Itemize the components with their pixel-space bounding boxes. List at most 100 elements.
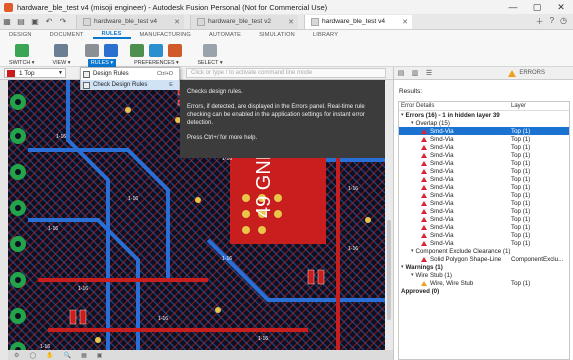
add-tab-icon[interactable]: ＋ bbox=[536, 16, 544, 27]
doc-tab-label: hardware_ble_test v4 bbox=[94, 18, 158, 25]
error-row[interactable]: Smd-Via Top (1) bbox=[399, 223, 569, 231]
properties-icon[interactable]: ▥ bbox=[408, 69, 422, 77]
menu-item-label: Check Design Rules bbox=[93, 82, 148, 88]
pad-label: 1-16 bbox=[48, 226, 58, 232]
error-icon bbox=[421, 168, 427, 174]
error-layer: Top (1) bbox=[511, 279, 531, 287]
close-tab-icon[interactable]: ✕ bbox=[402, 18, 408, 26]
error-layer: Top (1) bbox=[511, 199, 531, 207]
error-text: Warnings (1) bbox=[405, 263, 443, 271]
error-text: Approved (0) bbox=[401, 287, 440, 295]
ribbon-tab-library[interactable]: LIBRARY bbox=[304, 32, 347, 38]
maximize-button[interactable]: ▢ bbox=[525, 2, 549, 13]
error-layer: Top (1) bbox=[511, 231, 531, 239]
close-button[interactable]: ✕ bbox=[549, 2, 573, 13]
tab-errors[interactable]: ERRORS bbox=[508, 69, 545, 77]
error-icon bbox=[421, 208, 427, 214]
error-row[interactable]: ▾ Warnings (1) bbox=[399, 263, 569, 271]
view-group[interactable]: VIEW ▾ bbox=[43, 42, 79, 67]
grid-icon[interactable]: ▦ bbox=[1, 17, 13, 26]
layer-settings-icon bbox=[130, 43, 145, 57]
expand-caret-icon[interactable]: ▾ bbox=[411, 272, 414, 278]
clock-icon[interactable]: ◷ bbox=[560, 16, 567, 27]
minimize-button[interactable]: — bbox=[501, 2, 525, 13]
circle-icon[interactable]: ◯ bbox=[29, 352, 36, 359]
grid-icon[interactable]: ▦ bbox=[81, 352, 87, 359]
error-row[interactable]: Smd-Via Top (1) bbox=[399, 207, 569, 215]
error-row[interactable]: Smd-Via Top (1) bbox=[399, 135, 569, 143]
error-row[interactable]: Smd-Via Top (1) bbox=[399, 239, 569, 247]
pad-label: 1-16 bbox=[348, 246, 358, 252]
pad-label: 1-16 bbox=[258, 336, 268, 342]
close-tab-icon[interactable]: ✕ bbox=[288, 18, 294, 26]
error-row[interactable]: Smd-Via Top (1) bbox=[399, 167, 569, 175]
canvas-scrollbar[interactable] bbox=[385, 80, 393, 360]
error-row[interactable]: Approved (0) bbox=[399, 287, 569, 295]
switch-group[interactable]: SWITCH ▾ bbox=[0, 42, 43, 67]
ribbon-tab-document[interactable]: DOCUMENT bbox=[41, 32, 93, 38]
select-group[interactable]: SELECT ▾ bbox=[188, 42, 231, 67]
rules-group[interactable]: RULES ▾ bbox=[79, 42, 124, 67]
error-row[interactable]: Smd-Via Top (1) bbox=[399, 175, 569, 183]
preferences-group[interactable]: PREFERENCES ▾ bbox=[124, 42, 188, 67]
save-icon[interactable]: ▣ bbox=[29, 17, 41, 26]
error-row[interactable]: Smd-Via Top (1) bbox=[399, 191, 569, 199]
status-bar: ⚙ ◯ ✋ 🔍 ▦ ▣ bbox=[8, 350, 393, 360]
error-row[interactable]: Solid Polygon Shape-Line ComponentExclu..… bbox=[399, 255, 569, 263]
rules-dropdown: Design Rules Ctrl+D Check Design Rules E bbox=[80, 67, 180, 90]
pan-icon[interactable]: ✋ bbox=[46, 352, 53, 359]
column-layer: Layer bbox=[511, 103, 527, 109]
close-tab-icon[interactable]: ✕ bbox=[174, 18, 180, 26]
error-text: Smd-Via bbox=[430, 183, 454, 191]
error-row[interactable]: Smd-Via Top (1) bbox=[399, 199, 569, 207]
error-layer: Top (1) bbox=[511, 239, 531, 247]
help-icon[interactable]: ? bbox=[550, 16, 554, 27]
error-row[interactable]: ▾ Wire Stub (1) bbox=[399, 271, 569, 279]
file-icon[interactable]: ▤ bbox=[15, 17, 27, 26]
expand-caret-icon[interactable]: ▾ bbox=[401, 264, 404, 270]
doc-tab-2[interactable]: hardware_ble_test v2 ✕ bbox=[190, 14, 298, 29]
display-icon[interactable]: ▣ bbox=[97, 352, 103, 359]
check-rules-icon bbox=[83, 81, 90, 89]
error-row[interactable]: Smd-Via Top (1) bbox=[399, 143, 569, 151]
error-row[interactable]: ▾ Overlap (15) bbox=[399, 119, 569, 127]
ribbon-tab-design[interactable]: DESIGN bbox=[0, 32, 41, 38]
error-row[interactable]: Smd-Via Top (1) bbox=[399, 127, 569, 135]
redo-icon[interactable]: ↷ bbox=[57, 17, 69, 26]
zoom-icon[interactable]: 🔍 bbox=[64, 352, 71, 359]
error-row[interactable]: Smd-Via Top (1) bbox=[399, 151, 569, 159]
expand-caret-icon[interactable]: ▾ bbox=[411, 248, 414, 254]
menu-item-design-rules[interactable]: Design Rules Ctrl+D bbox=[81, 69, 179, 79]
error-text: Smd-Via bbox=[430, 215, 454, 223]
column-error-details: Error Details bbox=[401, 103, 435, 109]
error-row[interactable]: Smd-Via Top (1) bbox=[399, 215, 569, 223]
error-row[interactable]: Smd-Via Top (1) bbox=[399, 159, 569, 167]
menu-item-check-design-rules[interactable]: Check Design Rules E bbox=[81, 80, 179, 90]
pad-label: 1-16 bbox=[78, 286, 88, 292]
expand-caret-icon[interactable]: ▾ bbox=[411, 120, 414, 126]
layer-select[interactable]: 1 Top ▼ bbox=[4, 68, 66, 78]
ribbon-tab-manufacturing[interactable]: MANUFACTURING bbox=[131, 32, 200, 38]
error-row[interactable]: Smd-Via Top (1) bbox=[399, 231, 569, 239]
design-rules-icon bbox=[85, 43, 100, 57]
ribbon-tab-simulation[interactable]: SIMULATION bbox=[250, 32, 304, 38]
error-icon bbox=[421, 176, 427, 182]
scrollbar-thumb[interactable] bbox=[387, 220, 391, 320]
layers-icon[interactable]: ▤ bbox=[394, 69, 408, 77]
undo-icon[interactable]: ↶ bbox=[43, 17, 55, 26]
error-icon bbox=[421, 144, 427, 150]
error-row[interactable]: ▾ Component Exclude Clearance (1) bbox=[399, 247, 569, 255]
settings-icon[interactable]: ⚙ bbox=[14, 352, 19, 359]
error-row[interactable]: Wire, Wire Stub Top (1) bbox=[399, 279, 569, 287]
menu-item-shortcut: Ctrl+D bbox=[156, 71, 173, 77]
doc-tab-1[interactable]: hardware_ble_test v4 ✕ bbox=[76, 14, 184, 29]
ribbon-tab-automate[interactable]: AUTOMATE bbox=[200, 32, 250, 38]
tooltip-help: Press Ctrl+/ for more help. bbox=[187, 135, 258, 141]
command-line-input[interactable]: Click or type / to activate command line… bbox=[186, 68, 386, 78]
ribbon-tab-rules[interactable]: RULES bbox=[92, 31, 131, 39]
doc-tab-3[interactable]: hardware_ble_test v4 ✕ bbox=[304, 14, 412, 29]
expand-caret-icon[interactable]: ▾ bbox=[401, 112, 404, 118]
list-icon[interactable]: ☰ bbox=[422, 69, 436, 77]
error-row[interactable]: ▾ Errors (16) - 1 in hidden layer 39 bbox=[399, 111, 569, 119]
error-row[interactable]: Smd-Via Top (1) bbox=[399, 183, 569, 191]
